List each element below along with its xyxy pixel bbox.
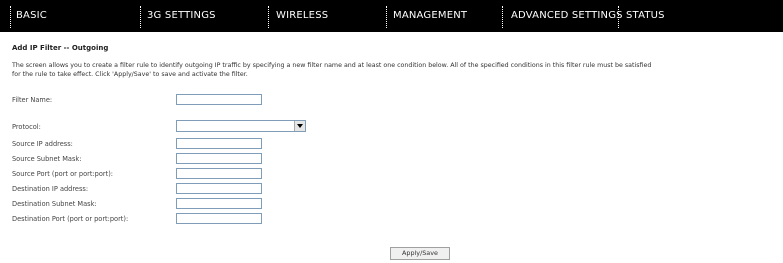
filter-name-input[interactable] — [176, 94, 262, 105]
nav-separator — [10, 6, 11, 28]
protocol-select[interactable] — [176, 120, 306, 132]
destination-subnet-mask-input[interactable] — [176, 198, 262, 209]
chevron-down-icon[interactable] — [294, 121, 305, 131]
destination-subnet-mask-label: Destination Subnet Mask: — [12, 200, 97, 208]
nav-tab-wireless[interactable]: WIRELESS — [276, 0, 328, 32]
apply-save-button[interactable]: Apply/Save — [390, 247, 450, 260]
filter-name-label: Filter Name: — [12, 96, 53, 104]
nav-tab-management[interactable]: MANAGEMENT — [393, 0, 467, 32]
top-navigation-bar: BASIC 3G SETTINGS WIRELESS MANAGEMENT AD… — [0, 0, 783, 32]
destination-port-label: Destination Port (port or port:port): — [12, 215, 129, 223]
nav-tab-advanced-settings[interactable]: ADVANCED SETTINGS — [511, 0, 623, 32]
protocol-selected-value — [177, 130, 179, 138]
nav-separator — [386, 6, 387, 28]
description-line-2: for the rule to take effect. Click 'Appl… — [12, 71, 248, 78]
destination-ip-input[interactable] — [176, 183, 262, 194]
protocol-label: Protocol: — [12, 123, 41, 131]
source-subnet-mask-input[interactable] — [176, 153, 262, 164]
nav-separator — [618, 6, 619, 28]
destination-ip-label: Destination IP address: — [12, 185, 89, 193]
nav-tab-3g-settings[interactable]: 3G SETTINGS — [147, 0, 216, 32]
nav-tab-basic[interactable]: BASIC — [16, 0, 47, 32]
source-port-input[interactable] — [176, 168, 262, 179]
source-ip-input[interactable] — [176, 138, 262, 149]
page-description: The screen allows you to create a filter… — [12, 61, 782, 79]
nav-separator — [268, 6, 269, 28]
source-port-label: Source Port (port or port:port): — [12, 170, 113, 178]
nav-separator — [502, 6, 503, 28]
page-title: Add IP Filter -- Outgoing — [12, 44, 109, 52]
nav-separator — [140, 6, 141, 28]
source-ip-label: Source IP address: — [12, 140, 73, 148]
nav-tab-status[interactable]: STATUS — [626, 0, 665, 32]
source-subnet-mask-label: Source Subnet Mask: — [12, 155, 82, 163]
destination-port-input[interactable] — [176, 213, 262, 224]
description-line-1: The screen allows you to create a filter… — [12, 62, 652, 69]
